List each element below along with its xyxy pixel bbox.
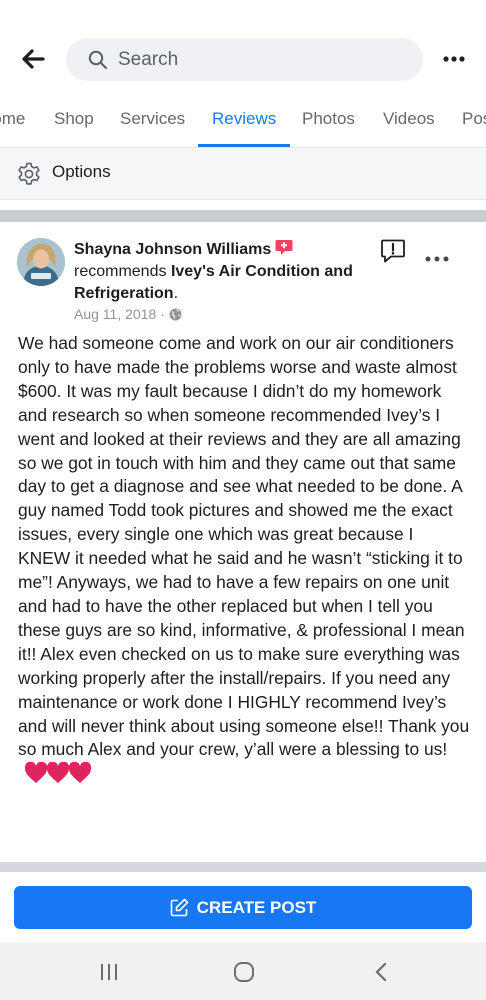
punct: . [173,285,179,302]
system-back-button[interactable] [366,960,396,984]
recommend-action: recommends [74,263,167,280]
tab-reviews[interactable]: Reviews [197,92,291,147]
system-nav-bar [0,942,486,1000]
recent-apps-icon [101,964,117,980]
search-input[interactable]: Search [66,38,423,81]
create-post-label: CREATE POST [196,897,317,917]
search-placeholder: Search [118,48,179,70]
search-icon [88,50,108,69]
review-text: We had someone come and work on our air … [18,333,470,760]
more-horizontal-icon [443,56,465,62]
tab-services[interactable]: Services [120,92,185,147]
home-button[interactable] [229,960,259,984]
divider [0,862,486,872]
back-icon [375,962,387,982]
tab-photos[interactable]: Photos [302,92,355,147]
report-icon[interactable] [380,238,406,264]
arrow-left-icon [22,49,45,69]
globe-icon [169,308,182,320]
recent-apps-button[interactable] [94,960,124,984]
author-name[interactable]: Shayna Johnson Williams [74,241,271,258]
post-date[interactable]: Aug 11, 2018 [74,306,156,322]
home-icon [234,962,254,982]
options-bar[interactable]: Options [0,148,486,200]
recommend-icon [275,240,293,255]
meta-separator: · [160,306,165,322]
tab-posts[interactable]: Posts [462,92,486,147]
page-tabs: Home Shop Services Reviews Photos Videos… [0,92,486,148]
tab-videos[interactable]: Videos [383,92,435,147]
tab-home[interactable]: Home [0,92,25,147]
back-button[interactable] [18,42,48,76]
review-text-container: We had someone come and work on our air … [18,332,470,791]
create-post-button[interactable]: CREATE POST [14,886,472,929]
post-meta: Aug 11, 2018 · [74,306,182,322]
avatar[interactable] [17,238,65,286]
options-label: Options [52,162,111,181]
post-header: Shayna Johnson Williams recommends Ivey'… [74,239,374,305]
top-bar: Search [0,0,486,92]
gear-icon [18,162,40,185]
review-post: Shayna Johnson Williams recommends Ivey'… [0,222,486,862]
profile-photo [17,238,65,286]
more-options-button[interactable] [440,46,468,72]
divider [0,210,486,222]
more-horizontal-icon[interactable] [424,252,450,266]
create-post-area: CREATE POST [0,872,486,942]
red-heart-icon [24,761,92,791]
tab-shop[interactable]: Shop [54,92,94,147]
edit-icon [170,898,188,917]
